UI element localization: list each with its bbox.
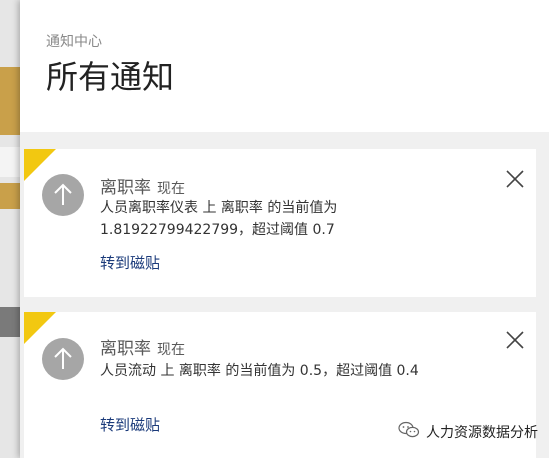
notification-card: 离职率 现在 人员离职率仪表 上 离职率 的当前值为 1.819227994227… <box>24 149 536 297</box>
panel-title: 所有通知 <box>46 58 175 96</box>
panel-subtitle: 通知中心 <box>46 34 102 50</box>
arrow-up-icon <box>42 338 84 380</box>
notification-metric: 离职率 <box>100 339 151 359</box>
notification-metric: 离职率 <box>100 178 151 198</box>
background-tile-gray <box>0 307 20 337</box>
notification-title: 离职率 现在 <box>100 334 185 359</box>
notification-message: 人员流动 上 离职率 的当前值为 0.5，超过阈值 0.4 <box>100 363 419 379</box>
watermark: 人力资源数据分析 <box>398 420 538 444</box>
panel-header: 通知中心 所有通知 <box>20 0 549 132</box>
close-icon[interactable] <box>504 329 526 351</box>
notification-time: 现在 <box>157 342 185 358</box>
go-to-tile-link[interactable]: 转到磁贴 <box>100 252 160 273</box>
arrow-up-icon <box>42 174 84 216</box>
background-tile-gold <box>0 67 20 135</box>
notification-time: 现在 <box>157 181 185 197</box>
background-tile-gold <box>0 183 20 209</box>
background-bar <box>0 147 20 177</box>
go-to-tile-link[interactable]: 转到磁贴 <box>100 414 160 435</box>
notification-title: 离职率 现在 <box>100 173 185 198</box>
wechat-icon <box>398 421 420 443</box>
close-icon[interactable] <box>504 168 526 190</box>
watermark-text: 人力资源数据分析 <box>426 425 538 441</box>
notification-center-panel: 通知中心 所有通知 离职率 现在 人员离职率仪表 上 离职率 的当前值为 1.81… <box>20 0 549 458</box>
notification-message: 人员离职率仪表 上 离职率 的当前值为 1.81922799422799，超过阈… <box>100 200 338 238</box>
